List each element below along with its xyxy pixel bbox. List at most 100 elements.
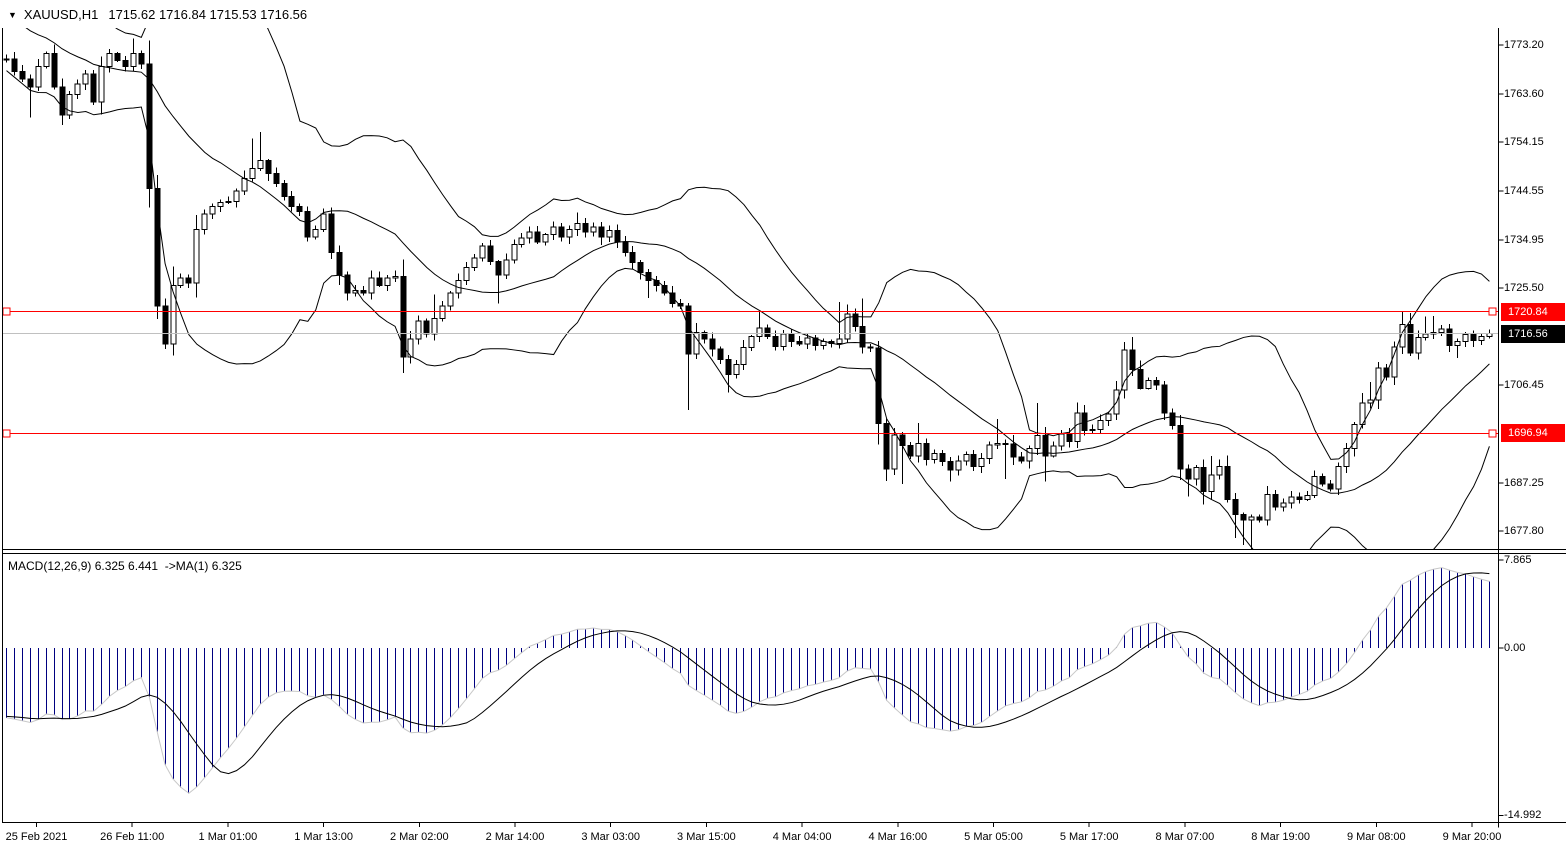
price-line-tag-upper[interactable]: 1720.84 [1501, 303, 1565, 321]
candle-bull [734, 364, 739, 374]
candle-bull [1416, 337, 1421, 353]
candle-bull [964, 455, 969, 462]
candle-bull [44, 54, 49, 67]
candle-bull [448, 293, 453, 306]
candle-bull [194, 229, 199, 282]
price-axis-tick-label: 1706.45 [1504, 378, 1544, 392]
candle-bull [1051, 446, 1056, 456]
candle-bull [1146, 381, 1151, 389]
candle-bull [987, 445, 992, 459]
candle-bull [1090, 430, 1095, 431]
price-line-tag-lower[interactable]: 1696.94 [1501, 424, 1565, 442]
candle-bear [1328, 484, 1333, 489]
candle-bull [432, 319, 437, 334]
candle-bull [1098, 420, 1103, 429]
candle-bear [1019, 457, 1024, 461]
candle-bull [178, 278, 183, 286]
candle-bull [321, 214, 326, 229]
candle-bear [1297, 497, 1302, 500]
level-line-handle[interactable] [3, 430, 10, 437]
candle-bear [1241, 515, 1246, 520]
candle-bull [416, 321, 421, 339]
candle-bear [726, 359, 731, 374]
time-axis-label: 26 Feb 11:00 [100, 830, 164, 844]
main-price-panel[interactable] [3, 0, 1499, 572]
candle-bear [1178, 426, 1183, 469]
time-axis-label: 1 Mar 13:00 [294, 830, 353, 844]
candle-bull [781, 334, 786, 347]
candle-bull [234, 191, 239, 201]
price-axis-tick-label: 1754.15 [1504, 135, 1544, 149]
candle-bull [749, 336, 754, 347]
candle-bear [908, 445, 913, 456]
candle-bull [202, 214, 207, 229]
candle-bear [1471, 334, 1476, 340]
candle-bull [1106, 414, 1111, 421]
candle-bear [630, 252, 635, 262]
candle-bear [488, 246, 493, 261]
level-line-handle[interactable] [1489, 308, 1496, 315]
candle-bull [4, 59, 9, 60]
candle-bull [99, 66, 104, 102]
candle-bull [956, 461, 961, 470]
time-axis-label: 9 Mar 08:00 [1347, 830, 1406, 844]
candle-bull [821, 341, 826, 345]
candle-bull [575, 223, 580, 229]
candle-bull [741, 348, 746, 365]
candle-bear [559, 227, 564, 237]
symbol-dropdown-icon[interactable]: ▼ [8, 10, 17, 20]
candle-bear [884, 423, 889, 468]
chart-window: ▼XAUUSD,H11715.62 1716.84 1715.53 1716.5… [0, 0, 1566, 850]
candle-bull [1075, 413, 1080, 442]
candle-bull [1122, 350, 1127, 390]
candle-bull [892, 435, 897, 469]
candle-bear [876, 348, 881, 423]
candle-bull [1305, 495, 1310, 499]
ohlc-values: 1715.62 1716.84 1715.53 1716.56 [108, 7, 307, 22]
price-axis-tick-label: 1677.80 [1504, 524, 1544, 538]
candle-bull [83, 74, 88, 84]
level-line-handle[interactable] [3, 308, 10, 315]
candle-bull [226, 201, 231, 202]
candle-bear [924, 443, 929, 459]
candle-bull [1479, 336, 1484, 340]
candle-bull [1463, 334, 1468, 341]
price-axis-tick-label: 1734.95 [1504, 233, 1544, 247]
candle-bear [1320, 476, 1325, 484]
candle-bear [789, 334, 794, 342]
candle-bull [1289, 497, 1294, 503]
candle-bear [900, 435, 905, 445]
candle-bull [1368, 400, 1373, 403]
time-axis-label: 1 Mar 01:00 [199, 830, 258, 844]
time-axis-label: 8 Mar 19:00 [1251, 830, 1310, 844]
current-price-tag: 1716.56 [1501, 325, 1565, 343]
candle-bear [274, 173, 279, 183]
time-axis-label: 3 Mar 03:00 [581, 830, 640, 844]
candle-bear [1408, 325, 1413, 354]
bollinger-middle-band [7, 15, 1490, 493]
candle-bull [1035, 436, 1040, 449]
candle-bull [932, 454, 937, 460]
chart-canvas[interactable] [0, 0, 1566, 850]
candle-bull [107, 54, 112, 67]
macd-histogram [7, 568, 1490, 794]
candle-bull [1265, 494, 1270, 519]
candle-bull [385, 278, 390, 286]
candle-bull [837, 339, 842, 344]
candle-bear [1067, 434, 1072, 441]
candle-bear [186, 278, 191, 283]
candle-bull [527, 232, 532, 238]
candle-bull [1249, 517, 1254, 520]
level-line-handle[interactable] [1489, 430, 1496, 437]
candle-bear [599, 227, 604, 237]
candle-bear [12, 59, 17, 72]
candle-bear [266, 161, 271, 174]
time-axis-label: 2 Mar 02:00 [390, 830, 449, 844]
candle-bull [1455, 341, 1460, 345]
candle-bull [995, 443, 1000, 445]
candle-bull [1423, 334, 1428, 338]
candle-bear [282, 184, 287, 197]
candle-bull [250, 168, 255, 178]
candle-bear [424, 321, 429, 334]
macd-panel[interactable] [7, 568, 1490, 794]
